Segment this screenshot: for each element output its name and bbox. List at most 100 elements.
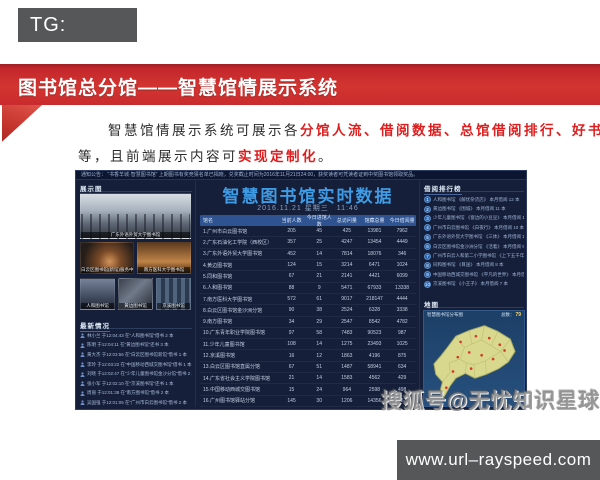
cell-library-name: 3.广东外语外贸大学图书馆 xyxy=(203,251,263,258)
table-header-cell: 馆藏总量 xyxy=(364,218,385,224)
ranking-section-title: 借阅排行榜 xyxy=(424,183,462,195)
ranking-item: 2 黄边图书馆 《围城》 本月借阅 11 本 xyxy=(424,204,524,213)
cell-current-visitors: 90 xyxy=(288,307,295,314)
table-row: 10.广东青年职业学院图书馆 97 58 7483 90523 987 xyxy=(200,328,416,340)
cell-current-visitors: 21 xyxy=(288,375,295,382)
ranking-text: 广东外语外贸大学图书馆 《三体》 本月借阅 10 本 xyxy=(433,234,524,240)
ranking-text: 同和图书馆 《目送》 本月借阅 8 本 xyxy=(433,262,504,268)
cell-total-visits: 4247 xyxy=(341,239,353,246)
ranking-item: 5 广东外语外贸大学图书馆 《三体》 本月借阅 10 本 xyxy=(424,233,524,242)
activity-item: 张小军 于12:02:10 在“京溪图书馆”还书 1 本 xyxy=(80,379,192,389)
dashboard-screenshot: 通知公告： “书香羊城·智慧图书馆” 上期图书有奖竞猜名单已揭晓，兑奖截止时间为… xyxy=(75,170,527,410)
ranking-item: 3 少年儿童图书馆 《窗边的小豆豆》 本月借阅 11 本 xyxy=(424,214,524,223)
cell-current-visitors: 572 xyxy=(287,296,296,303)
cell-today-entries: 29 xyxy=(316,318,322,325)
table-row: 3.广东外语外贸大学图书馆 452 14 7814 18076 346 xyxy=(200,249,416,260)
cell-today-loans: 1024 xyxy=(396,262,408,269)
table-row: 8.白云区图书馆金沙洲分馆 90 38 2524 6328 3338 xyxy=(200,305,416,317)
cell-current-visitors: 88 xyxy=(288,284,295,291)
table-row: 13.白云区图书馆直属分馆 67 51 1487 58941 634 xyxy=(200,362,416,374)
dashboard-notice-bar: 通知公告： “书香羊城·智慧图书馆” 上期图书有奖竞猜名单已揭晓，兑奖截止时间为… xyxy=(76,171,526,180)
photo-caption: 广东外语外贸大学图书馆 xyxy=(81,232,190,238)
table-row: 7.南方医科大学图书馆 572 61 9017 218147 4444 xyxy=(200,294,416,306)
cell-today-entries: 12 xyxy=(316,352,322,359)
cell-collection-total: 6471 xyxy=(368,262,381,269)
body-paragraph: 智慧馆情展示系统可展示各分馆人流、借阅数据、总馆借阅排行、好书推荐、活动安排 等… xyxy=(78,118,600,170)
cell-today-loans: 429 xyxy=(397,375,407,382)
cell-today-entries: 61 xyxy=(316,296,322,303)
rank-number-badge: 1 xyxy=(424,196,431,204)
person-icon xyxy=(80,391,85,396)
tg-tag: TG: MYYJJPP xyxy=(18,8,137,70)
column-divider xyxy=(419,181,420,407)
rank-number-badge: 9 xyxy=(424,271,431,279)
rank-number-badge: 7 xyxy=(424,252,431,260)
cell-library-name: 14.广东省社会主义学院图书馆 xyxy=(203,375,270,382)
borrow-ranking-list: 1 人和图书馆 《解忧杂货店》 本月借阅 12 本 2 黄边图书馆 《围城》 本… xyxy=(424,195,524,289)
table-row: 2.广东石油化工学院（西校区） 357 25 4247 13454 4449 xyxy=(200,237,416,249)
activity-text: 黄大杰 于12:03:56 在“白云区图书馆新馆”借书 1 本 xyxy=(87,351,188,357)
cell-today-entries: 15 xyxy=(316,262,322,269)
cell-total-visits: 964 xyxy=(342,386,352,393)
ranking-text: 京溪图书馆 《小王子》 本月借阅 7 本 xyxy=(433,281,509,287)
map-total: 总数：79 xyxy=(501,312,521,318)
cell-collection-total: 218147 xyxy=(366,296,383,303)
cell-library-name: 16.广州图书馆驿站分馆 xyxy=(203,398,255,405)
slide-title-banner: 图书馆总分馆——智慧馆情展示系统 xyxy=(0,64,600,105)
cell-today-loans: 4449 xyxy=(396,239,408,246)
rank-number-badge: 5 xyxy=(424,233,431,241)
map-label: 智慧图书馆分布图 xyxy=(427,312,463,317)
cell-total-visits: 1863 xyxy=(341,352,353,359)
ranking-text: 少年儿童图书馆 《窗边的小豆豆》 本月借阅 11 本 xyxy=(433,215,524,221)
photo-caption: 黄边图书馆 xyxy=(119,303,152,309)
cell-total-visits: 1275 xyxy=(341,341,353,348)
watermark: 搜狐号@无忧知识星球 xyxy=(381,390,600,413)
table-header-cell: 今日借阅量 xyxy=(389,218,415,224)
ranking-item: 9 中国移动西城交图书馆 《平凡的世界》 本月借阅 8 本 xyxy=(424,270,524,279)
photo-caption: 京溪图书馆 xyxy=(157,303,190,309)
section-rule xyxy=(424,191,524,192)
activity-item: 吴国强 于12:01:05 在“广州市白云图书馆”借书 2 本 xyxy=(80,398,192,408)
rank-number-badge: 6 xyxy=(424,243,431,251)
cell-today-entries: 14 xyxy=(316,250,322,257)
cell-collection-total: 4421 xyxy=(368,273,381,280)
person-icon xyxy=(80,381,85,387)
library-stats-table: 馆名 当前人数 今日进馆人数 总访问量 馆藏总量 今日借阅量 1.广州市白云图书… xyxy=(200,215,416,407)
cell-today-loans: 634 xyxy=(397,363,407,370)
cell-today-entries: 25 xyxy=(316,239,322,246)
cell-today-entries: 38 xyxy=(316,307,322,314)
table-row: 4.黄边图书馆 124 15 3214 6471 1024 xyxy=(200,260,416,272)
ranking-text: 人和图书馆 《解忧杂货店》 本月借阅 12 本 xyxy=(433,196,520,202)
cell-today-loans: 6099 xyxy=(396,273,408,280)
cell-current-visitors: 108 xyxy=(287,341,296,348)
cell-current-visitors: 145 xyxy=(287,397,296,404)
column-divider xyxy=(195,181,196,407)
cell-today-entries: 14 xyxy=(316,375,322,382)
cell-library-name: 5.同和图书馆 xyxy=(203,273,233,280)
cell-total-visits: 7483 xyxy=(341,329,353,336)
table-row: 1.广州市白云图书馆 205 45 425 13981 7962 xyxy=(200,226,416,238)
ranking-text: 中国移动西城交图书馆 《平凡的世界》 本月借阅 8 本 xyxy=(433,271,524,277)
person-icon xyxy=(80,333,85,339)
cell-library-name: 9.南方图书馆 xyxy=(203,319,233,326)
cell-collection-total: 58941 xyxy=(367,363,382,370)
cell-total-visits: 1583 xyxy=(341,375,353,382)
ranking-item: 7 广州市白云人和第二小学图书馆 《上下五千年》 本月借阅 9 本 xyxy=(424,251,524,260)
activity-item: 林小兰 于12:04:43 在“人和图书馆”借书 2 本 xyxy=(80,331,192,341)
person-icon xyxy=(80,352,85,358)
activity-item: 陈明 于12:04:11 在“黄边图书馆”还书 3 本 xyxy=(80,341,192,351)
ranking-item: 8 同和图书馆 《目送》 本月借阅 8 本 xyxy=(424,261,524,270)
cell-total-visits: 1487 xyxy=(341,363,353,370)
section-rule xyxy=(80,328,192,329)
ranking-item: 6 白云区图书馆金沙洲分馆 《活着》 本月借阅 9 本 xyxy=(424,242,524,251)
cell-total-visits: 2524 xyxy=(341,307,353,314)
cell-total-visits: 425 xyxy=(342,228,352,235)
cell-current-visitors: 357 xyxy=(287,239,296,246)
table-header-cell: 总访问量 xyxy=(336,218,357,224)
ranking-text: 黄边图书馆 《围城》 本月借阅 11 本 xyxy=(433,206,506,212)
paragraph-highlight: 分馆人流、借阅数据、总馆借阅排行、好书推荐、活动安排 xyxy=(300,123,600,138)
photo-caption: 白云区图书馆(新馆)服务中心 xyxy=(81,267,133,273)
library-photo: 广东外语外贸大学图书馆 xyxy=(80,193,191,239)
cell-today-loans: 4444 xyxy=(396,296,408,303)
table-row: 6.人和图书馆 88 9 5471 67933 13338 xyxy=(200,283,416,294)
